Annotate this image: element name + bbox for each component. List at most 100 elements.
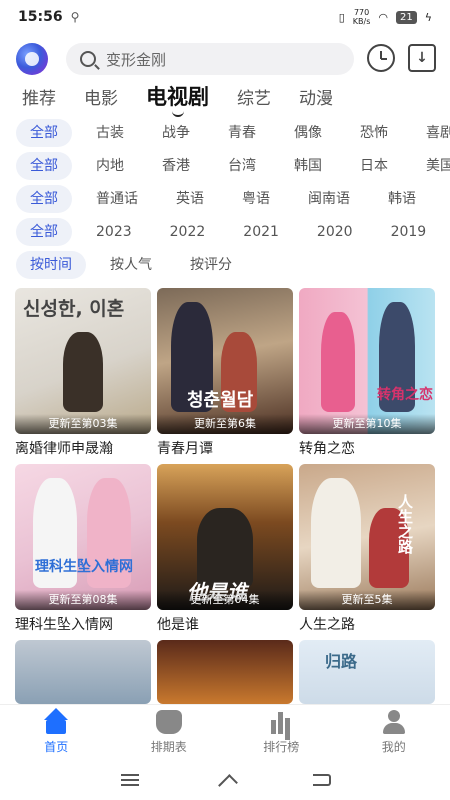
status-bar: 15:56 ⚲ ▯ 770 KB/s ◠ 21 ϟ xyxy=(0,0,450,34)
poster-image: 신성한, 이혼 更新至第03集 xyxy=(15,288,151,434)
wifi-icon: ◠ xyxy=(378,10,388,24)
profile-icon xyxy=(381,710,407,734)
poster-title-art: 归路 xyxy=(325,652,358,671)
download-icon[interactable]: ↓ xyxy=(408,44,436,72)
poster-figure xyxy=(311,478,361,588)
update-badge: 更新至第03集 xyxy=(15,414,151,434)
filter-chip[interactable]: 2023 xyxy=(82,218,146,246)
filter-chip[interactable]: 韩国 xyxy=(280,152,336,180)
poster-image: 청춘월담 更新至第6集 xyxy=(157,288,293,434)
poster-figure xyxy=(63,332,103,412)
update-badge: 更新至第04集 xyxy=(157,590,293,610)
status-right: ▯ 770 KB/s ◠ 21 ϟ xyxy=(339,8,432,26)
search-box[interactable]: 变形金刚 xyxy=(66,43,354,75)
poster-image: 转角之恋 更新至第10集 xyxy=(299,288,435,434)
top-bar: 变形金刚 ↓ xyxy=(0,40,450,78)
show-title: 青春月谭 xyxy=(157,441,213,457)
poster-image: 理科生坠入情网 更新至第08集 xyxy=(15,464,151,610)
update-badge: 更新至第6集 xyxy=(157,414,293,434)
filter-chip[interactable]: 喜剧 xyxy=(412,119,450,147)
filter-chip[interactable]: 战争 xyxy=(148,119,204,147)
poster-title-art: 人生之路 xyxy=(396,494,414,554)
search-placeholder: 变形金刚 xyxy=(106,50,167,69)
filter-chip[interactable]: 闽南语 xyxy=(294,185,364,213)
filter-year: 全部 2023 2022 2021 2020 2019 xyxy=(0,217,450,247)
show-card[interactable] xyxy=(15,640,151,704)
filter-chip[interactable]: 按时间 xyxy=(16,251,86,279)
show-card[interactable]: 归路 xyxy=(299,640,435,704)
tab-anime[interactable]: 动漫 xyxy=(299,84,333,109)
show-card[interactable] xyxy=(157,640,293,704)
filter-region: 全部 内地 香港 台湾 韩国 日本 美国 xyxy=(0,151,450,181)
poster-image: 人生之路 更新至5集 xyxy=(299,464,435,610)
filter-chip[interactable]: 全部 xyxy=(16,152,72,180)
filter-chip[interactable]: 按人气 xyxy=(96,251,166,279)
show-card[interactable]: 理科生坠入情网 更新至第08集 理科生坠入情网 xyxy=(15,464,151,634)
nav-home[interactable]: 首页 xyxy=(0,705,113,760)
poster-title-art: 신성한, 이혼 xyxy=(23,298,125,320)
poster-title-art: 청춘월담 xyxy=(187,390,254,411)
filter-chip[interactable]: 香港 xyxy=(148,152,204,180)
update-badge: 更新至5集 xyxy=(299,590,435,610)
filter-chip[interactable]: 英语 xyxy=(162,185,218,213)
home-button-icon[interactable] xyxy=(218,774,238,794)
bottom-nav: 首页 排期表 排行榜 我的 xyxy=(0,704,450,760)
filter-chip[interactable]: 全部 xyxy=(16,119,72,147)
filter-chip[interactable]: 2022 xyxy=(156,218,220,246)
show-card[interactable]: 转角之恋 更新至第10集 转角之恋 xyxy=(299,288,435,458)
app-logo[interactable] xyxy=(16,43,48,75)
filter-chip[interactable]: 按评分 xyxy=(176,251,246,279)
filter-chip[interactable]: 古装 xyxy=(82,119,138,147)
nav-home-label: 首页 xyxy=(44,740,69,754)
show-title: 转角之恋 xyxy=(299,441,355,457)
nav-profile[interactable]: 我的 xyxy=(338,705,450,760)
status-time: 15:56 xyxy=(18,9,63,25)
show-card[interactable]: 人生之路 更新至5集 人生之路 xyxy=(299,464,435,634)
update-badge: 更新至第10集 xyxy=(299,414,435,434)
filter-chip[interactable]: 全部 xyxy=(16,185,72,213)
filter-chip[interactable]: 青春 xyxy=(214,119,270,147)
tab-movie[interactable]: 电影 xyxy=(84,84,118,109)
show-title: 离婚律师申晟瀚 xyxy=(15,441,113,457)
update-badge: 更新至第08集 xyxy=(15,590,151,610)
tab-recommend[interactable]: 推荐 xyxy=(22,84,56,109)
poster-figure xyxy=(321,312,355,412)
nav-ranking-label: 排行榜 xyxy=(263,740,300,754)
net-speed-value: 770 xyxy=(353,8,370,17)
category-tabs: 推荐 电影 电视剧 综艺 动漫 xyxy=(0,80,450,117)
filter-chip[interactable]: 2019 xyxy=(377,218,441,246)
tab-tv-series[interactable]: 电视剧 xyxy=(146,81,209,117)
filter-chip[interactable]: 全部 xyxy=(16,218,72,246)
schedule-icon xyxy=(155,710,182,734)
show-title: 他是谁 xyxy=(157,617,199,633)
filter-chip[interactable]: 美国 xyxy=(412,152,450,180)
history-icon[interactable] xyxy=(367,44,395,72)
filter-language: 全部 普通话 英语 粤语 闽南语 韩语 xyxy=(0,184,450,214)
poster-title-art: 理科生坠入情网 xyxy=(35,559,133,575)
poster-image: 他是谁 更新至第04集 xyxy=(157,464,293,610)
nav-ranking[interactable]: 排行榜 xyxy=(225,705,338,760)
filter-chip[interactable]: 普通话 xyxy=(82,185,152,213)
home-icon xyxy=(43,708,69,734)
vibrate-icon: ▯ xyxy=(338,10,345,24)
filter-chip[interactable]: 日本 xyxy=(346,152,402,180)
menu-icon[interactable] xyxy=(119,770,143,790)
filter-chip[interactable]: 台湾 xyxy=(214,152,270,180)
filter-chip[interactable]: 偶像 xyxy=(280,119,336,147)
nav-profile-label: 我的 xyxy=(381,740,406,754)
net-speed: 770 KB/s xyxy=(353,8,371,26)
show-card[interactable]: 신성한, 이혼 更新至第03集 离婚律师申晟瀚 xyxy=(15,288,151,458)
nav-schedule[interactable]: 排期表 xyxy=(113,705,226,760)
filter-chip[interactable]: 粤语 xyxy=(228,185,284,213)
back-icon[interactable] xyxy=(313,774,332,786)
filter-chip[interactable]: 2020 xyxy=(303,218,367,246)
filter-chip[interactable]: 恐怖 xyxy=(346,119,402,147)
tab-variety[interactable]: 综艺 xyxy=(237,84,271,109)
poster-image xyxy=(157,640,293,704)
show-card[interactable]: 청춘월담 更新至第6集 青春月谭 xyxy=(157,288,293,458)
filter-chip[interactable]: 2021 xyxy=(229,218,293,246)
poster-image xyxy=(15,640,151,704)
filter-chip[interactable]: 内地 xyxy=(82,152,138,180)
show-card[interactable]: 他是谁 更新至第04集 他是谁 xyxy=(157,464,293,634)
filter-chip[interactable]: 韩语 xyxy=(374,185,430,213)
